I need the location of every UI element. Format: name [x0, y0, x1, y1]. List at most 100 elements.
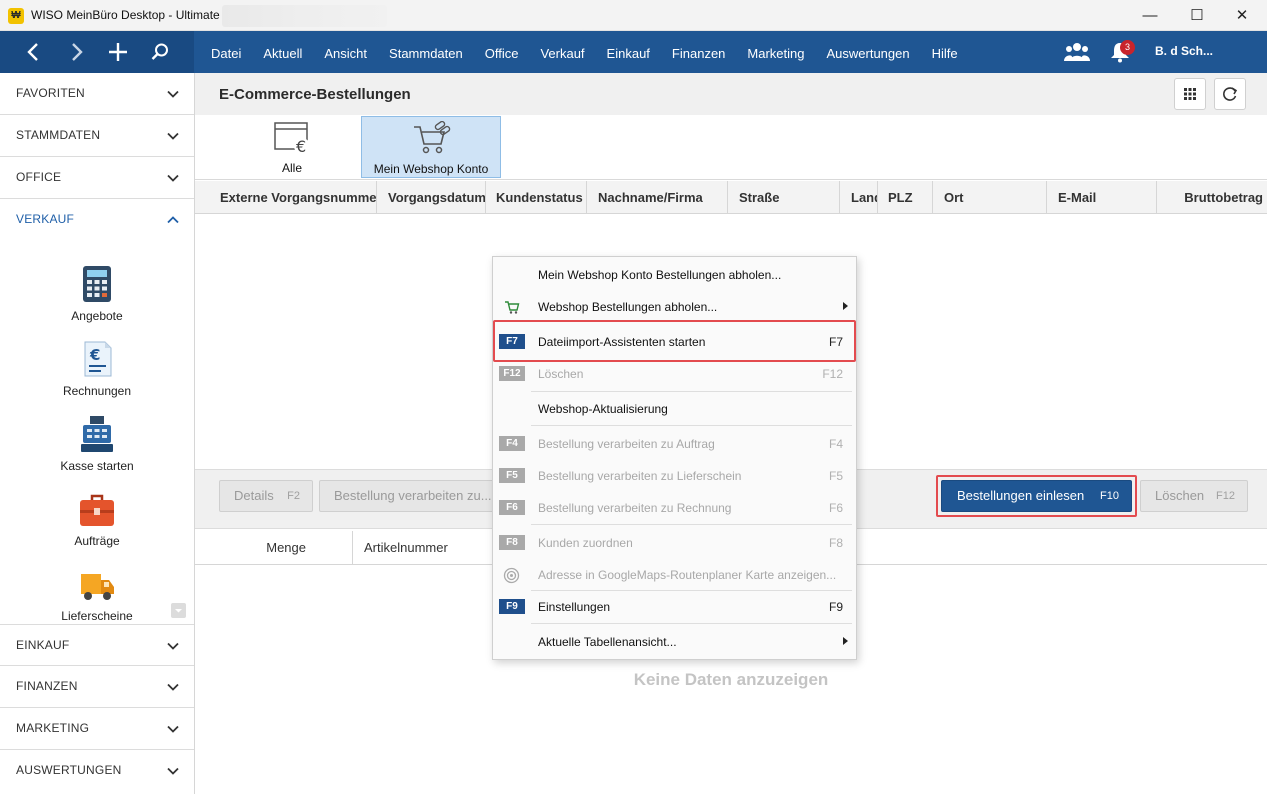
menu-items: Datei Aktuell Ansicht Stammdaten Office …: [200, 31, 969, 73]
shortcut-key: F6: [828, 501, 843, 515]
context-item-kunden-zuordnen[interactable]: F8 Kunden zuordnen F8: [494, 527, 855, 559]
column-header[interactable]: Ort: [933, 181, 1047, 214]
column-header[interactable]: Kundenstatus: [486, 181, 587, 214]
context-item-verarbeiten-lieferschein[interactable]: F5 Bestellung verarbeiten zu Lieferschei…: [494, 460, 855, 492]
column-header[interactable]: Menge: [195, 531, 353, 564]
sidebar-tile-angebote[interactable]: Angebote: [0, 265, 194, 335]
column-header[interactable]: PLZ: [878, 181, 933, 214]
sidebar-section-label: EINKAUF: [16, 638, 70, 652]
context-item-verarbeiten-rechnung[interactable]: F6 Bestellung verarbeiten zu Rechnung F6: [494, 492, 855, 524]
context-item-label: Kunden zuordnen: [538, 536, 633, 550]
sidebar-section-marketing[interactable]: MARKETING: [0, 708, 194, 750]
grid-view-button[interactable]: [1174, 78, 1206, 110]
column-header[interactable]: E-Mail: [1047, 181, 1157, 214]
column-header[interactable]: Land: [840, 181, 878, 214]
maximize-button[interactable]: ☐: [1174, 0, 1220, 31]
menu-separator: [531, 391, 852, 392]
context-item-loeschen[interactable]: F12 Löschen F12: [494, 358, 855, 390]
menu-stammdaten[interactable]: Stammdaten: [378, 31, 474, 73]
context-item-webshop-aktualisierung[interactable]: Webshop-Aktualisierung: [494, 393, 855, 425]
context-item-label: Webshop Bestellungen abholen...: [538, 300, 718, 314]
shortcut-key: F5: [828, 469, 843, 483]
column-header[interactable]: Straße: [728, 181, 840, 214]
context-item-label: Dateiimport-Assistenten starten: [538, 335, 706, 349]
chevron-down-icon: [167, 683, 179, 691]
menu-aktuell[interactable]: Aktuell: [252, 31, 313, 73]
empty-state-text: Keine Daten anzuzeigen: [633, 670, 829, 689]
verarbeiten-button[interactable]: Bestellung verarbeiten zu...: [319, 480, 495, 512]
filter-label: Alle: [281, 161, 302, 175]
sidebar-tile-auftraege[interactable]: Aufträge: [0, 490, 194, 560]
sidebar-section-auswertungen[interactable]: AUSWERTUNGEN: [0, 750, 194, 792]
menu-office[interactable]: Office: [474, 31, 530, 73]
context-item-googlemaps[interactable]: Adresse in GoogleMaps-Routenplaner Karte…: [494, 559, 855, 591]
menu-finanzen[interactable]: Finanzen: [661, 31, 736, 73]
column-header[interactable]: Externe Vorgangsnummer: [209, 181, 377, 214]
sidebar-section-office[interactable]: OFFICE: [0, 157, 194, 199]
main-menubar: Datei Aktuell Ansicht Stammdaten Office …: [0, 31, 1267, 73]
chevron-down-icon: [167, 174, 179, 182]
submenu-arrow-icon: [843, 637, 848, 645]
fkey-badge: F8: [499, 535, 525, 550]
context-item-dateiimport[interactable]: F7 Dateiimport-Assistenten starten F7: [494, 326, 855, 358]
filter-alle[interactable]: € Alle: [222, 116, 362, 178]
sidebar-scroll-down-button[interactable]: [171, 603, 186, 618]
sidebar-section-label: FAVORITEN: [16, 86, 85, 100]
sidebar-section-favoriten[interactable]: FAVORITEN: [0, 73, 194, 115]
window-title: WISO MeinBüro Desktop - Ultimate: [31, 8, 220, 22]
sidebar-tile-label: Kasse starten: [60, 459, 134, 473]
sidebar-section-verkauf[interactable]: VERKAUF: [0, 199, 194, 241]
chevron-down-icon: [167, 725, 179, 733]
shopping-cart-icon: [505, 301, 520, 314]
menu-datei[interactable]: Datei: [200, 31, 252, 73]
forward-arrow-icon[interactable]: [61, 37, 91, 67]
nav-toolbar: [0, 31, 194, 73]
context-item-tabellenansicht[interactable]: Aktuelle Tabellenansicht...: [494, 626, 855, 658]
filter-bar: € Alle Mein Webshop Konto: [195, 115, 1267, 180]
context-item-verarbeiten-auftrag[interactable]: F4 Bestellung verarbeiten zu Auftrag F4: [494, 428, 855, 460]
menu-verkauf[interactable]: Verkauf: [529, 31, 595, 73]
context-item-label: Aktuelle Tabellenansicht...: [538, 635, 677, 649]
close-window-button[interactable]: ✕: [1219, 0, 1265, 31]
column-header[interactable]: Nachname/Firma: [587, 181, 728, 214]
invoice-euro-icon: €: [84, 341, 112, 377]
refresh-button[interactable]: [1214, 78, 1246, 110]
sidebar-section-stammdaten[interactable]: STAMMDATEN: [0, 115, 194, 157]
column-header[interactable]: Bruttobetrag: [1157, 181, 1267, 214]
menu-einkauf[interactable]: Einkauf: [596, 31, 661, 73]
back-arrow-icon[interactable]: [19, 37, 49, 67]
menu-separator: [531, 623, 852, 624]
orders-grid-header: Externe Vorgangsnummer Vorgangsdatum Kun…: [195, 181, 1267, 214]
sidebar-section-label: FINANZEN: [16, 679, 78, 693]
plus-icon[interactable]: [103, 37, 133, 67]
svg-text:€: €: [296, 137, 306, 156]
filter-mein-webshop-konto[interactable]: Mein Webshop Konto: [361, 116, 501, 178]
sidebar-section-einkauf[interactable]: EINKAUF: [0, 624, 194, 666]
context-item-mein-webshop-abholen[interactable]: Mein Webshop Konto Bestellungen abholen.…: [494, 259, 855, 291]
menu-hilfe[interactable]: Hilfe: [921, 31, 969, 73]
user-name[interactable]: B. d Sch...: [1155, 44, 1213, 58]
target-icon: [503, 567, 520, 584]
context-item-einstellungen[interactable]: F9 Einstellungen F9: [494, 591, 855, 623]
search-icon[interactable]: [145, 37, 175, 67]
team-icon[interactable]: [1064, 41, 1090, 63]
loeschen-button[interactable]: Löschen F12: [1140, 480, 1248, 512]
menu-ansicht[interactable]: Ansicht: [313, 31, 378, 73]
sidebar-tile-rechnungen[interactable]: € Rechnungen: [0, 340, 194, 410]
context-item-webshop-abholen[interactable]: Webshop Bestellungen abholen...: [494, 291, 855, 323]
context-item-label: Einstellungen: [538, 600, 611, 614]
menu-marketing[interactable]: Marketing: [736, 31, 815, 73]
menu-auswertungen[interactable]: Auswertungen: [815, 31, 920, 73]
sidebar-tile-kasse[interactable]: Kasse starten: [0, 415, 194, 485]
refresh-icon: [1223, 87, 1238, 101]
context-menu: Mein Webshop Konto Bestellungen abholen.…: [492, 256, 857, 660]
app-logo-icon: ₩: [8, 8, 24, 24]
calculator-icon: [83, 266, 111, 302]
column-header[interactable]: Vorgangsdatum: [377, 181, 486, 214]
minimize-button[interactable]: —: [1127, 0, 1173, 31]
sidebar-tile-label: Rechnungen: [62, 384, 132, 398]
filter-label: Mein Webshop Konto: [373, 162, 489, 176]
bestellungen-einlesen-button[interactable]: Bestellungen einlesen F10: [941, 480, 1132, 512]
details-button[interactable]: Details F2: [219, 480, 313, 512]
sidebar-section-finanzen[interactable]: FINANZEN: [0, 666, 194, 708]
